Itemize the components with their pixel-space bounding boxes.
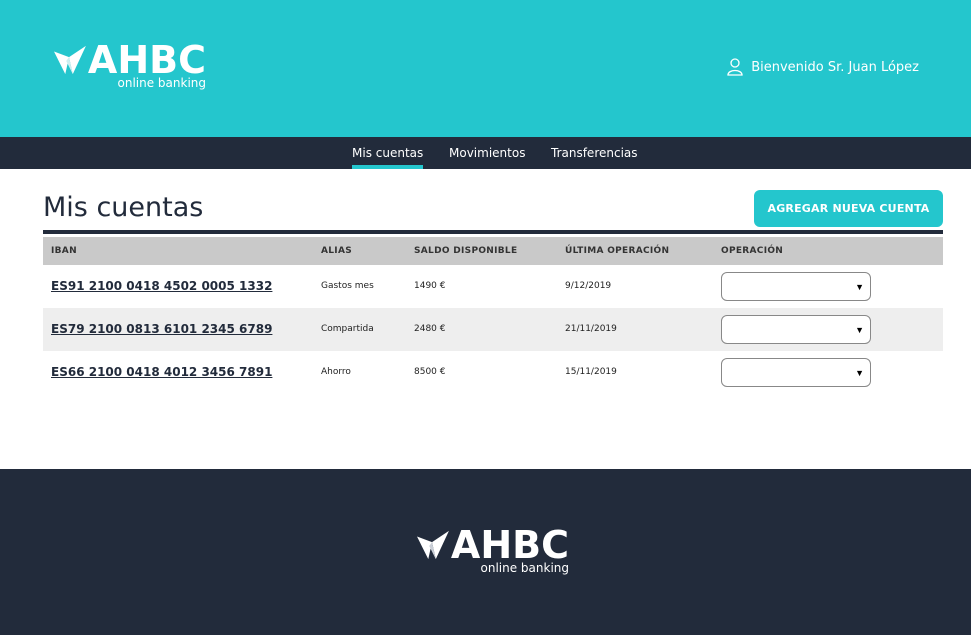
iban-link[interactable]: ES91 2100 0418 4502 0005 1332	[51, 265, 272, 308]
operation-select[interactable]: ▼	[721, 272, 871, 301]
column-header-ultima: ÚLTIMA OPERACIÓN	[565, 246, 670, 256]
user-greeting[interactable]: Bienvenido Sr. Juan López	[727, 58, 919, 76]
column-header-operacion: OPERACIÓN	[721, 246, 784, 256]
saldo-cell: 1490 €	[414, 281, 446, 291]
column-header-iban: IBAN	[51, 246, 77, 256]
table-row: ES66 2100 0418 4012 3456 7891 Ahorro 850…	[43, 351, 943, 394]
add-account-button[interactable]: AGREGAR NUEVA CUENTA	[754, 190, 943, 227]
table-header: IBAN ALIAS SALDO DISPONIBLE ÚLTIMA OPERA…	[43, 237, 943, 265]
chevron-down-icon: ▼	[855, 368, 864, 378]
logo-tagline: online banking	[480, 561, 570, 575]
saldo-cell: 2480 €	[414, 324, 446, 334]
header-bar: AHBC online banking Bienvenido Sr. Juan …	[0, 0, 971, 137]
footer-logo[interactable]: AHBC online banking	[417, 526, 569, 575]
brand-logo[interactable]: AHBC online banking	[54, 41, 206, 90]
tab-mis-cuentas[interactable]: Mis cuentas	[352, 137, 424, 169]
logo-tagline: online banking	[117, 76, 207, 90]
column-header-alias: ALIAS	[321, 246, 352, 256]
alias-cell: Ahorro	[321, 367, 351, 377]
table-row: ES79 2100 0813 6101 2345 6789 Compartida…	[43, 308, 943, 351]
page-title: Mis cuentas	[43, 192, 204, 223]
tab-movimientos[interactable]: Movimientos	[449, 137, 525, 169]
ultima-cell: 15/11/2019	[565, 367, 617, 377]
alias-cell: Gastos mes	[321, 281, 374, 291]
title-divider	[43, 230, 943, 234]
operation-select[interactable]: ▼	[721, 358, 871, 387]
saldo-cell: 8500 €	[414, 367, 446, 377]
table-row: ES91 2100 0418 4502 0005 1332 Gastos mes…	[43, 265, 943, 308]
welcome-text: Bienvenido Sr. Juan López	[751, 59, 919, 75]
logo-mark-icon	[54, 45, 86, 75]
column-header-saldo: SALDO DISPONIBLE	[414, 246, 518, 256]
main-nav: Mis cuentas Movimientos Transferencias	[0, 137, 971, 169]
iban-link[interactable]: ES66 2100 0418 4012 3456 7891	[51, 351, 272, 394]
logo-name: AHBC	[450, 523, 569, 567]
operation-select[interactable]: ▼	[721, 315, 871, 344]
chevron-down-icon: ▼	[855, 282, 864, 292]
ultima-cell: 9/12/2019	[565, 281, 612, 291]
chevron-down-icon: ▼	[855, 325, 864, 335]
iban-link[interactable]: ES79 2100 0813 6101 2345 6789	[51, 308, 272, 351]
footer: AHBC online banking	[0, 469, 971, 635]
logo-mark-icon	[417, 530, 449, 560]
ultima-cell: 21/11/2019	[565, 324, 617, 334]
alias-cell: Compartida	[321, 324, 374, 334]
tab-transferencias[interactable]: Transferencias	[551, 137, 638, 169]
user-icon	[727, 58, 743, 76]
logo-name: AHBC	[87, 38, 206, 82]
accounts-table: IBAN ALIAS SALDO DISPONIBLE ÚLTIMA OPERA…	[43, 237, 943, 394]
